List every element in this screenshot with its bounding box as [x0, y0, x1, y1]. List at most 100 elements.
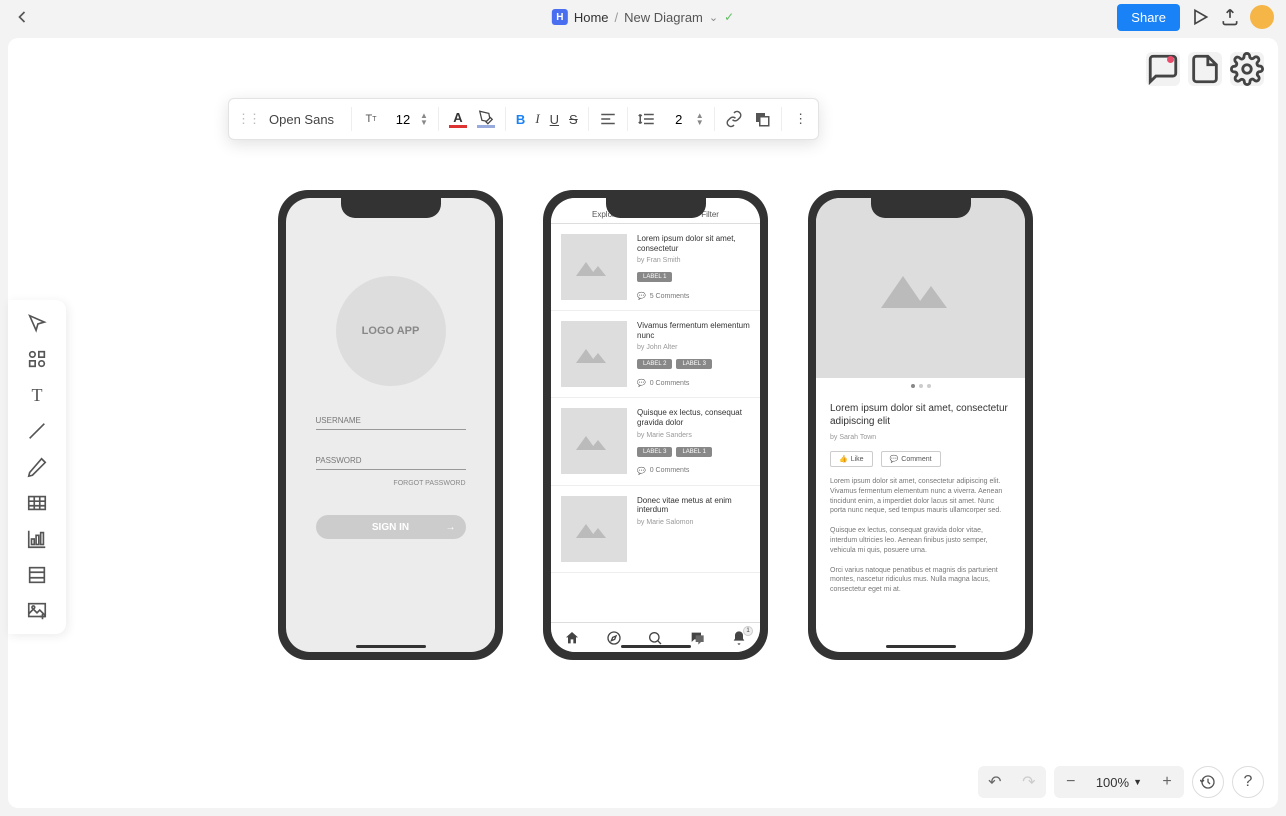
post-thumb [561, 496, 627, 562]
phone-notch [341, 198, 441, 218]
comments-button[interactable] [1146, 52, 1180, 86]
help-button[interactable]: ? [1232, 766, 1264, 798]
nav-messages-icon[interactable] [689, 630, 705, 646]
post-byline: by Fran Smith [637, 257, 750, 264]
bottom-toolbar: ↶ ↷ − 100%▼ + ? [978, 766, 1264, 798]
layer-button[interactable] [753, 110, 771, 128]
user-avatar[interactable] [1250, 5, 1274, 29]
line-height-spinner[interactable]: ▲▼ [696, 112, 704, 126]
phone-login[interactable]: LOGO APP USERNAME PASSWORD FORGOT PASSWO… [278, 190, 503, 660]
post-title: Donec vitae metus at enim interdum [637, 496, 750, 515]
history-icon[interactable] [1192, 766, 1224, 798]
align-button[interactable] [599, 110, 617, 128]
line-tool[interactable] [26, 420, 48, 442]
post-byline: by John Alter [637, 344, 750, 351]
canvas[interactable]: ⋮⋮ Open Sans TT ▲▼ A B I U S ▲▼ ⋮ T [8, 38, 1278, 808]
article-screen: Lorem ipsum dolor sit amet, consectetur … [816, 198, 1025, 652]
font-family-select[interactable]: Open Sans [269, 112, 341, 127]
article-paragraph: Orci varius natoque penatibus et magnis … [830, 566, 1011, 595]
pen-tool[interactable] [26, 456, 48, 478]
carousel-dots[interactable] [816, 378, 1025, 394]
settings-button[interactable] [1230, 52, 1264, 86]
back-button[interactable] [12, 7, 32, 27]
comment-button[interactable]: 💬Comment [881, 451, 941, 467]
nav-search-icon[interactable] [647, 630, 663, 646]
table-tool[interactable] [26, 492, 48, 514]
post-comments[interactable]: 💬5 Comments [637, 292, 750, 300]
feed-post[interactable]: Donec vitae metus at enim interdumby Mar… [551, 486, 760, 573]
underline-button[interactable]: U [550, 112, 559, 127]
password-field[interactable]: PASSWORD [316, 452, 466, 470]
signin-button[interactable]: SIGN IN [316, 515, 466, 539]
article-paragraph: Quisque ex lectus, consequat gravida dol… [830, 526, 1011, 555]
link-button[interactable] [725, 110, 743, 128]
font-size-input[interactable]: ▲▼ [390, 112, 428, 127]
undo-button[interactable]: ↶ [978, 766, 1012, 798]
zoom-level[interactable]: 100%▼ [1088, 775, 1150, 790]
frame-tool[interactable] [26, 564, 48, 586]
zoom-out-button[interactable]: − [1054, 766, 1088, 798]
sync-status-icon: ✓ [724, 10, 734, 24]
feed-post[interactable]: Lorem ipsum dolor sit amet, consecteturb… [551, 224, 760, 311]
italic-button[interactable]: I [535, 111, 539, 127]
image-placeholder-icon [881, 268, 961, 308]
post-label: LABEL 3 [676, 359, 711, 369]
shapes-tool[interactable] [26, 348, 48, 370]
feed-post[interactable]: Quisque ex lectus, consequat gravida dol… [551, 398, 760, 485]
comment-icon: 💬 [637, 292, 646, 300]
line-height-input[interactable]: ▲▼ [666, 112, 704, 127]
text-toolbar: ⋮⋮ Open Sans TT ▲▼ A B I U S ▲▼ ⋮ [228, 98, 819, 140]
breadcrumb-home[interactable]: Home [574, 10, 609, 25]
chevron-down-icon[interactable]: ⌄ [709, 11, 718, 24]
toolbar-drag-handle[interactable]: ⋮⋮ [237, 111, 259, 127]
share-button[interactable]: Share [1117, 4, 1180, 31]
strike-button[interactable]: S [569, 112, 578, 127]
highlight-button[interactable] [477, 110, 495, 128]
tab-filter[interactable]: Filter [701, 210, 719, 219]
image-placeholder-icon [576, 520, 612, 538]
post-body: Vivamus fermentum elementum nunc by John … [637, 321, 750, 387]
nav-alerts-icon[interactable]: 1 [731, 630, 747, 646]
post-comments[interactable]: 💬0 Comments [637, 379, 750, 387]
breadcrumb-current[interactable]: New Diagram [624, 10, 703, 25]
post-comments[interactable]: 💬0 Comments [637, 467, 750, 475]
post-labels: LABEL 1 [637, 272, 750, 282]
image-placeholder-icon [576, 432, 612, 450]
mockup-group[interactable]: LOGO APP USERNAME PASSWORD FORGOT PASSWO… [278, 190, 1033, 660]
line-height-icon [638, 110, 656, 128]
post-thumb [561, 408, 627, 474]
text-color-button[interactable]: A [449, 110, 467, 128]
post-title: Vivamus fermentum elementum nunc [637, 321, 750, 340]
username-field[interactable]: USERNAME [316, 412, 466, 430]
post-body: Quisque ex lectus, consequat gravida dol… [637, 408, 750, 474]
nav-explore-icon[interactable] [606, 630, 622, 646]
export-icon[interactable] [1220, 7, 1240, 27]
topbar-actions: Share [1117, 4, 1274, 31]
image-tool[interactable] [26, 600, 48, 622]
forgot-password-link[interactable]: FORGOT PASSWORD [316, 480, 466, 487]
zoom-in-button[interactable]: + [1150, 766, 1184, 798]
redo-button[interactable]: ↷ [1012, 766, 1046, 798]
like-button[interactable]: 👍Like [830, 451, 873, 467]
feed-list: Lorem ipsum dolor sit amet, consecteturb… [551, 224, 760, 622]
font-size-spinner[interactable]: ▲▼ [420, 112, 428, 126]
canvas-tools [1146, 52, 1264, 86]
post-label: LABEL 3 [637, 447, 672, 457]
feed-post[interactable]: Vivamus fermentum elementum nunc by John … [551, 311, 760, 398]
cursor-tool[interactable] [26, 312, 48, 334]
notification-dot [1167, 56, 1174, 63]
line-height-value[interactable] [666, 112, 692, 127]
phone-article[interactable]: Lorem ipsum dolor sit amet, consectetur … [808, 190, 1033, 660]
more-button[interactable]: ⋮ [792, 110, 810, 128]
page-panel-button[interactable] [1188, 52, 1222, 86]
nav-home-icon[interactable] [564, 630, 580, 646]
chart-tool[interactable] [26, 528, 48, 550]
home-indicator [356, 645, 426, 648]
bold-button[interactable]: B [516, 112, 525, 127]
present-icon[interactable] [1190, 7, 1210, 27]
font-size-value[interactable] [390, 112, 416, 127]
phone-feed[interactable]: Explore Filter Lorem ipsum dolor sit ame… [543, 190, 768, 660]
text-tool[interactable]: T [26, 384, 48, 406]
tool-palette: T [8, 300, 66, 634]
app-logo-badge: H [552, 9, 568, 25]
